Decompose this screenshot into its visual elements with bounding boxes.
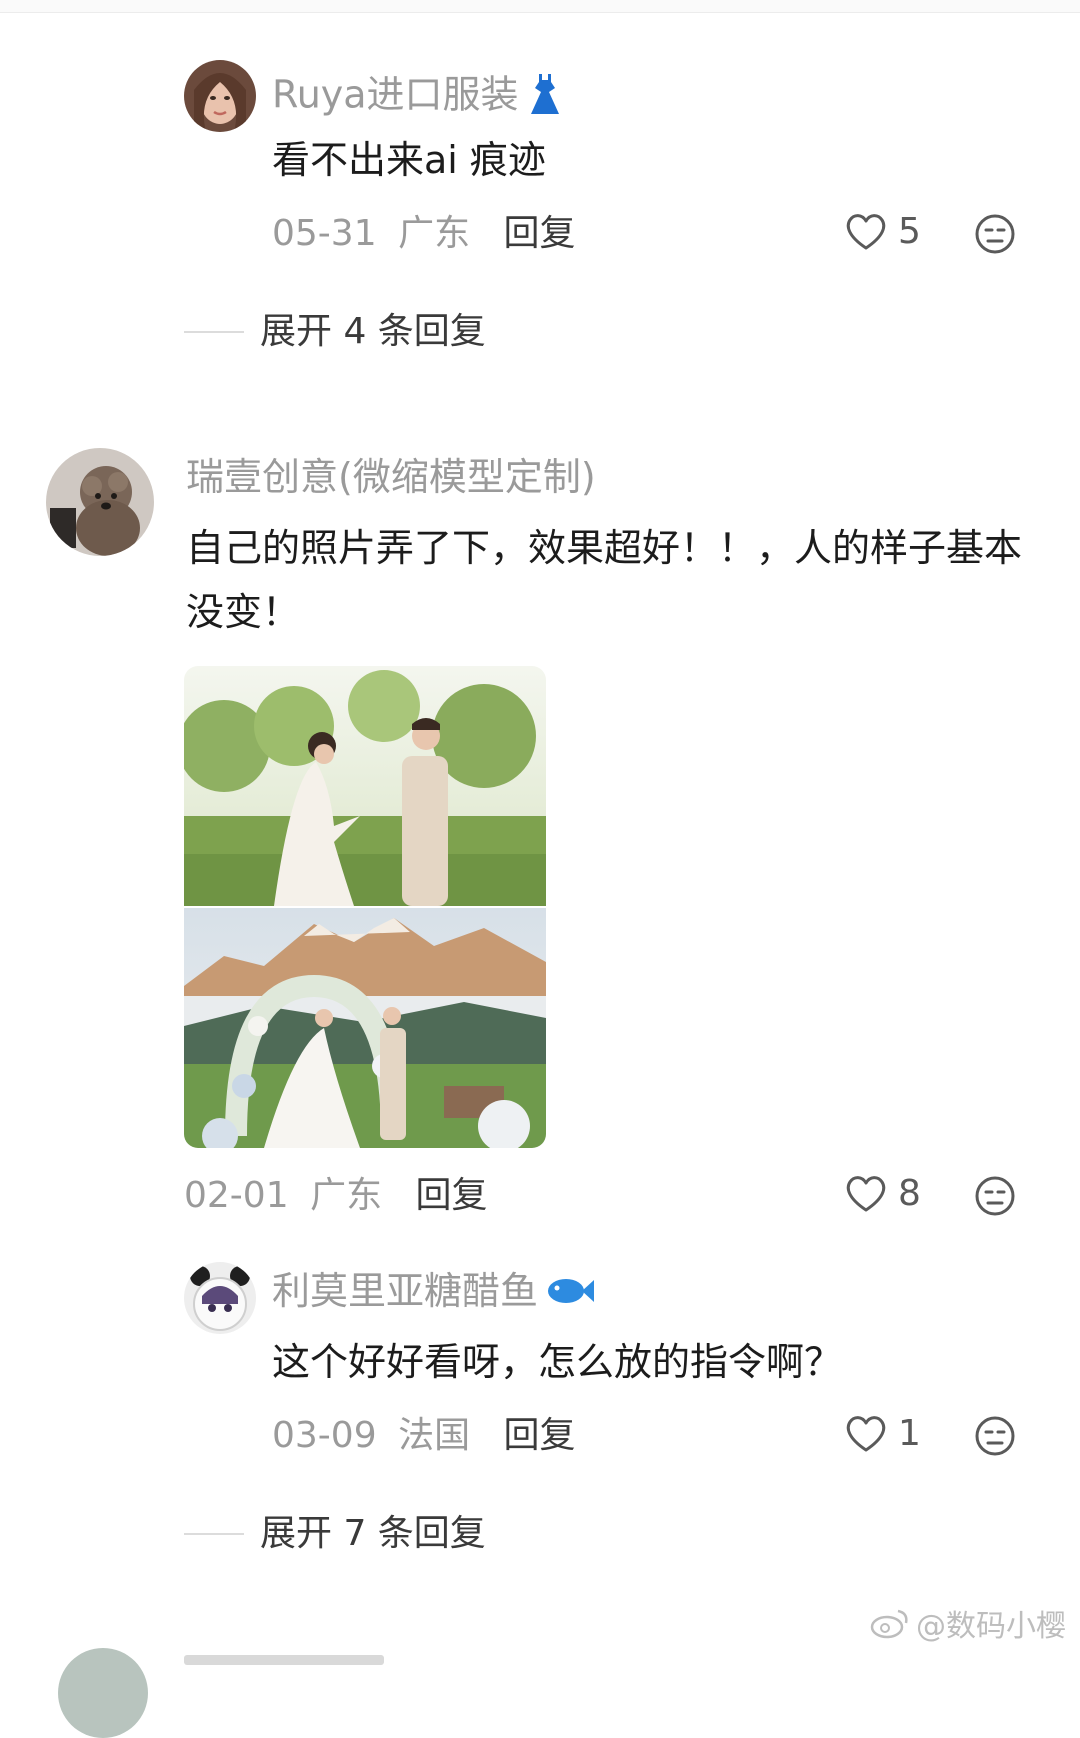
comment-date: 05-31: [272, 213, 377, 254]
fish-emoji-icon: [544, 1274, 595, 1314]
dislike-button[interactable]: [974, 213, 1016, 259]
top-divider: [0, 0, 1080, 13]
watermark: @数码小樱: [870, 1601, 1066, 1645]
reply-location: 法国: [398, 1415, 471, 1456]
comment-text: 看不出来ai 痕迹: [272, 138, 546, 182]
reply-button[interactable]: 回复: [504, 1415, 576, 1456]
comment-image-grid[interactable]: [184, 666, 546, 1148]
like-button[interactable]: 1: [844, 1414, 921, 1454]
expand-label: 展开 4 条回复: [260, 311, 486, 352]
heart-icon: [846, 1416, 886, 1452]
wedding-photo-mountain-arch: [184, 908, 546, 1148]
like-count: 1: [898, 1413, 921, 1454]
reply-username[interactable]: 利莫里亚糖醋鱼: [272, 1269, 595, 1314]
dislike-button[interactable]: [974, 1415, 1016, 1461]
expand-divider: [184, 1533, 244, 1535]
comment-location: 广东: [310, 1175, 383, 1216]
neutral-face-icon: [975, 1416, 1015, 1456]
like-count: 8: [898, 1173, 921, 1214]
dress-emoji-icon: [525, 72, 565, 122]
reply-text: 这个好好看呀，怎么放的指令啊？: [272, 1340, 843, 1384]
like-count: 5: [898, 211, 921, 252]
expand-label: 展开 7 条回复: [260, 1513, 486, 1554]
poodle-avatar-icon: [46, 448, 154, 556]
neutral-face-icon: [975, 214, 1015, 254]
expand-divider: [184, 331, 244, 333]
username-text: Ruya进口服装: [272, 72, 519, 117]
reply-button[interactable]: 回复: [504, 213, 576, 254]
dislike-button[interactable]: [974, 1175, 1016, 1221]
like-button[interactable]: 8: [844, 1174, 921, 1214]
watermark-text: @数码小樱: [916, 1609, 1066, 1644]
user-avatar-icon: [184, 60, 256, 132]
comment-meta: 05-31 广东 回复: [272, 216, 576, 252]
expand-replies-button[interactable]: 展开 4 条回复: [184, 314, 486, 350]
avatar[interactable]: [46, 448, 154, 556]
avatar[interactable]: [184, 60, 256, 132]
reply-button[interactable]: 回复: [416, 1175, 488, 1216]
wedding-photos-image: [184, 666, 546, 1148]
comment-username[interactable]: 瑞壹创意(微缩模型定制): [186, 458, 596, 496]
comment-location: 广东: [398, 213, 471, 254]
reply-meta: 03-09 法国 回复: [272, 1418, 576, 1454]
panda-avatar-icon: [184, 1262, 256, 1334]
like-button[interactable]: 5: [844, 212, 921, 252]
comment-date: 02-01: [184, 1175, 289, 1216]
reply-date: 03-09: [272, 1415, 377, 1456]
comment-meta: 02-01 广东 回复: [184, 1178, 488, 1214]
heart-icon: [846, 214, 886, 250]
comment-username: [184, 1655, 384, 1665]
comment-username[interactable]: Ruya进口服装: [272, 72, 565, 122]
expand-replies-button[interactable]: 展开 7 条回复: [184, 1516, 486, 1552]
avatar[interactable]: [58, 1648, 148, 1738]
wedding-photo-meadow: [184, 666, 546, 906]
neutral-face-icon: [975, 1176, 1015, 1216]
weibo-logo-icon: [870, 1609, 908, 1639]
comment-text: 自己的照片弄了下，效果超好！！，人的样子基本没变！: [186, 526, 1023, 634]
username-text: 利莫里亚糖醋鱼: [272, 1269, 539, 1313]
avatar[interactable]: [184, 1262, 256, 1334]
heart-icon: [846, 1176, 886, 1212]
